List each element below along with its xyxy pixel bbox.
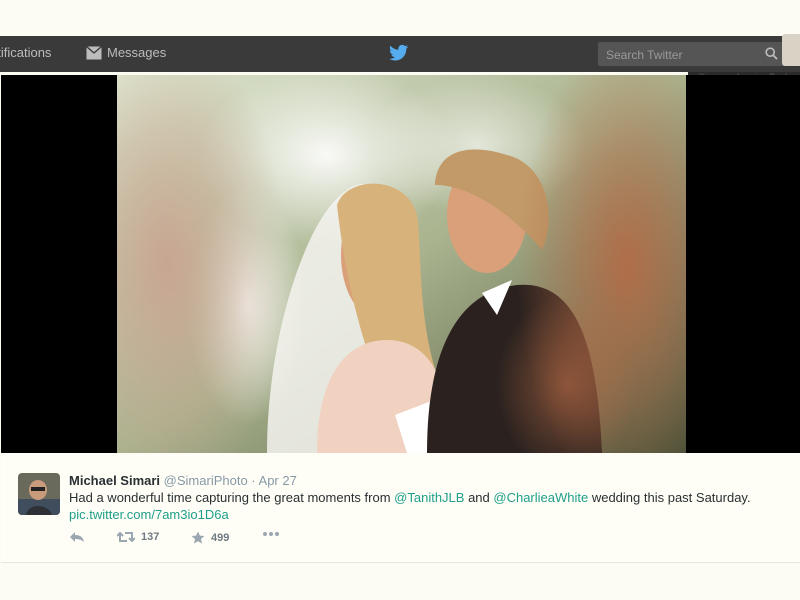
tweet-text-part: wedding this past Saturday. — [588, 490, 751, 505]
author-avatar[interactable] — [18, 473, 60, 515]
tweet-text-part: and — [464, 490, 494, 505]
pic-link[interactable]: pic.twitter.com/7am3io1D6a — [69, 507, 229, 522]
reply-icon — [70, 532, 84, 542]
separator: · — [247, 473, 259, 488]
favorite-button[interactable]: 499 — [191, 531, 229, 544]
top-navigation-bar: otifications Messages — [0, 36, 800, 72]
tweet-text-part: Had a wonderful time capturing the great… — [69, 490, 395, 505]
retweet-count: 137 — [141, 531, 160, 543]
nav-messages[interactable]: Messages — [86, 45, 166, 60]
search-box — [598, 42, 786, 66]
tweet-header: Michael Simari @SimariPhoto · Apr 27 — [69, 473, 297, 488]
search-input[interactable] — [604, 45, 758, 65]
wedding-photo[interactable] — [117, 75, 686, 453]
retweet-button[interactable]: 137 — [117, 531, 159, 543]
tweet-actions: 137 499 — [69, 531, 309, 549]
reply-button[interactable] — [69, 531, 85, 543]
nav-notifications[interactable]: otifications — [0, 45, 51, 60]
envelope-icon — [86, 45, 102, 59]
media-lightbox — [1, 75, 800, 453]
favorite-count: 499 — [211, 531, 230, 544]
nav-messages-label: Messages — [107, 45, 167, 60]
more-icon — [263, 532, 279, 536]
account-avatar[interactable] — [782, 34, 800, 66]
retweet-icon — [117, 531, 135, 543]
tweet-timestamp[interactable]: Apr 27 — [259, 473, 297, 488]
star-icon — [191, 531, 205, 544]
search-icon[interactable] — [765, 47, 778, 60]
mention-link[interactable]: @CharlieaWhite — [493, 490, 588, 505]
tweet-card: Michael Simari @SimariPhoto · Apr 27 Had… — [1, 453, 800, 563]
author-name[interactable]: Michael Simari — [69, 473, 160, 488]
more-button[interactable] — [262, 531, 280, 537]
author-handle[interactable]: @SimariPhoto — [164, 473, 248, 488]
tweet-text: Had a wonderful time capturing the great… — [69, 489, 789, 523]
bird-icon[interactable] — [389, 44, 409, 62]
mention-link[interactable]: @TanithJLB — [394, 490, 464, 505]
